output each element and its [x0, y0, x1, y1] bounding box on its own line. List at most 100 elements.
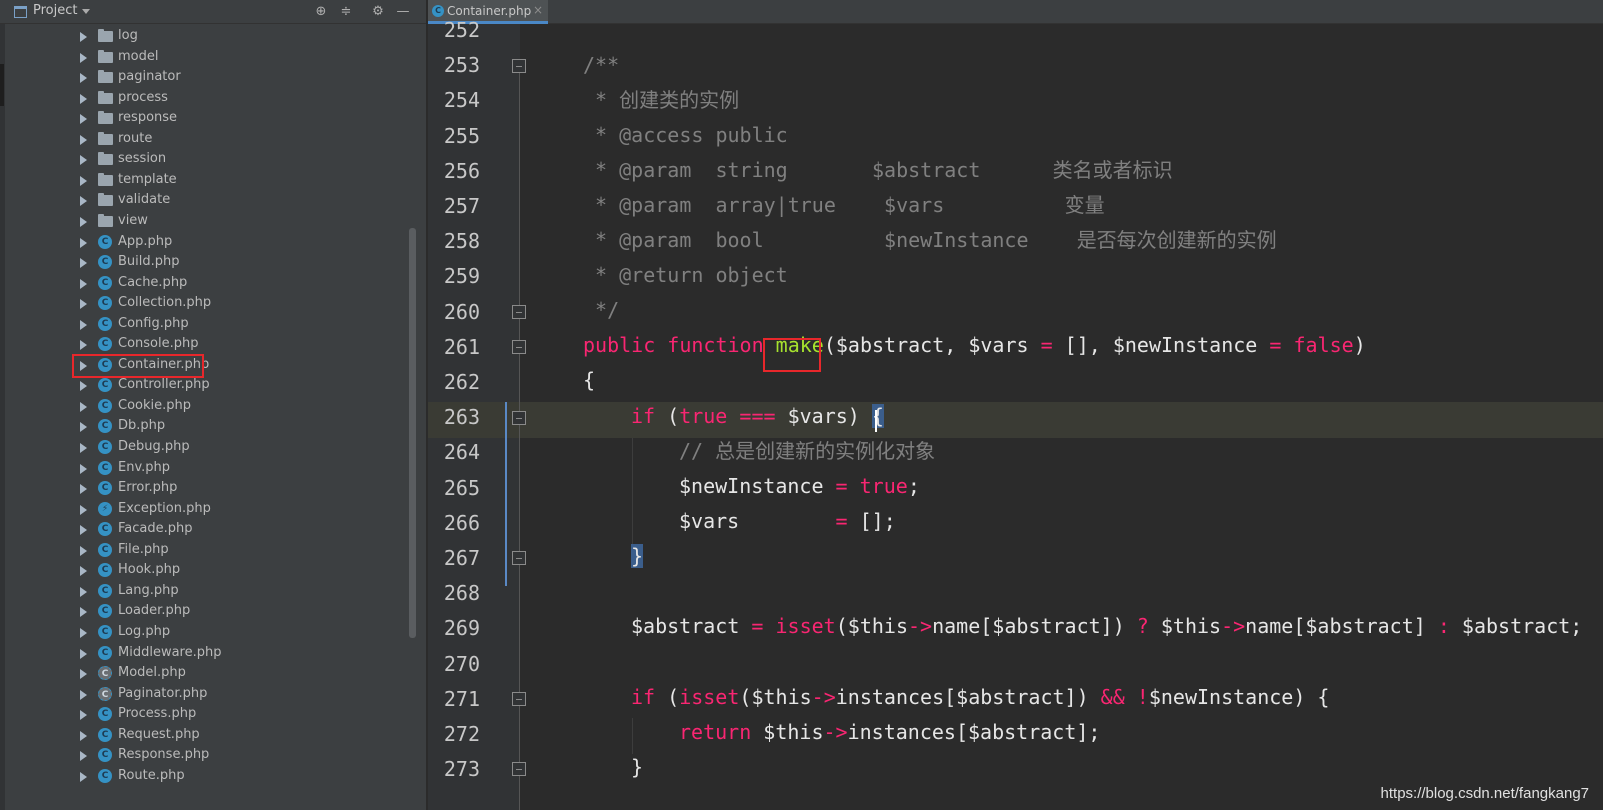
tree-file[interactable]: C Request.php	[5, 725, 417, 746]
tree-file[interactable]: C Controller.php	[5, 375, 417, 396]
expand-arrow-icon[interactable]	[80, 422, 87, 433]
tree-file[interactable]: ⚡ Exception.php	[5, 499, 417, 520]
tree-file[interactable]: C Collection.php	[5, 293, 417, 314]
expand-arrow-icon[interactable]	[80, 627, 87, 638]
tree-folder[interactable]: response	[5, 108, 417, 129]
tree-file[interactable]: C Lang.php	[5, 581, 417, 602]
expand-arrow-icon[interactable]	[80, 525, 87, 536]
expand-arrow-icon[interactable]	[80, 216, 87, 227]
tree-file-label: Route.php	[118, 767, 185, 783]
expand-arrow-icon[interactable]	[80, 751, 87, 762]
php-class-icon: C	[98, 604, 112, 619]
expand-arrow-icon[interactable]	[80, 175, 87, 186]
tree-file[interactable]: C Console.php	[5, 334, 417, 355]
expand-arrow-icon[interactable]	[80, 566, 87, 577]
code-line-265: $newInstance = true;	[679, 474, 920, 498]
expand-arrow-icon[interactable]	[80, 237, 87, 248]
tree-file[interactable]: C Error.php	[5, 478, 417, 499]
expand-arrow-icon[interactable]	[80, 484, 87, 495]
tree-file[interactable]: C App.php	[5, 232, 417, 253]
expand-arrow-icon[interactable]	[80, 669, 87, 680]
tree-folder-label: route	[118, 130, 153, 146]
code-line-262: {	[583, 368, 596, 392]
php-class-icon: C	[98, 398, 112, 413]
tree-file[interactable]: C Debug.php	[5, 437, 417, 458]
tree-file[interactable]: C Paginator.php	[5, 684, 417, 705]
expand-arrow-icon[interactable]	[80, 381, 87, 392]
tree-file[interactable]: C Facade.php	[5, 519, 417, 540]
tree-file[interactable]: C Process.php	[5, 704, 417, 725]
php-class-icon: C	[98, 522, 112, 537]
expand-arrow-icon[interactable]	[80, 73, 87, 84]
expand-arrow-icon[interactable]	[80, 586, 87, 597]
tree-file[interactable]: C Container.php	[5, 355, 417, 376]
folder-icon	[98, 152, 113, 166]
tree-file[interactable]: C Env.php	[5, 458, 417, 479]
project-view-title[interactable]: Project	[33, 3, 77, 18]
expand-arrow-icon[interactable]	[80, 278, 87, 289]
tree-folder[interactable]: validate	[5, 190, 417, 211]
expand-arrow-icon[interactable]	[80, 299, 87, 310]
tree-file[interactable]: C Build.php	[5, 252, 417, 273]
expand-arrow-icon[interactable]	[80, 771, 87, 782]
expand-arrow-icon[interactable]	[80, 340, 87, 351]
line-number: 270	[443, 651, 480, 676]
vcs-change-marker[interactable]	[505, 402, 507, 586]
expand-arrow-icon[interactable]	[80, 196, 87, 207]
collapse-all-icon[interactable]: ≑	[337, 3, 355, 21]
tree-file[interactable]: C Response.php	[5, 745, 417, 766]
close-icon[interactable]: ×	[533, 3, 543, 17]
expand-arrow-icon[interactable]	[80, 258, 87, 269]
tree-folder[interactable]: session	[5, 149, 417, 170]
gear-icon[interactable]: ⚙	[369, 3, 387, 21]
project-tree: log model paginator process response route ses…	[5, 24, 417, 810]
php-class-icon: C	[98, 419, 112, 434]
expand-arrow-icon[interactable]	[80, 504, 87, 515]
tree-file[interactable]: C Loader.php	[5, 601, 417, 622]
tree-file[interactable]: C Config.php	[5, 314, 417, 335]
expand-arrow-icon[interactable]	[80, 463, 87, 474]
expand-arrow-icon[interactable]	[80, 114, 87, 125]
tree-file[interactable]: C File.php	[5, 540, 417, 561]
tree-file[interactable]: C Route.php	[5, 766, 417, 787]
locate-icon[interactable]: ⊕	[312, 3, 330, 21]
tree-folder[interactable]: model	[5, 47, 417, 68]
expand-arrow-icon[interactable]	[80, 443, 87, 453]
tree-folder[interactable]: view	[5, 211, 417, 232]
code-line-260: */	[583, 298, 620, 322]
code-line-256: * @param string $abstract 类名或者标识	[583, 158, 1173, 182]
tree-folder[interactable]: process	[5, 88, 417, 109]
tree-file[interactable]: C Log.php	[5, 622, 417, 643]
tree-file[interactable]: C Middleware.php	[5, 643, 417, 664]
expand-arrow-icon[interactable]	[80, 155, 87, 166]
tree-file-label: Env.php	[118, 459, 171, 475]
tree-file[interactable]: C Cache.php	[5, 273, 417, 294]
expand-arrow-icon[interactable]	[80, 730, 87, 741]
tree-file[interactable]: C Db.php	[5, 416, 417, 437]
expand-arrow-icon[interactable]	[80, 607, 87, 618]
expand-arrow-icon[interactable]	[80, 689, 87, 700]
expand-arrow-icon[interactable]	[80, 401, 87, 412]
expand-arrow-icon[interactable]	[80, 52, 87, 63]
php-class-icon: C	[98, 378, 112, 393]
tree-folder[interactable]: template	[5, 170, 417, 191]
expand-arrow-icon[interactable]	[80, 648, 87, 659]
tree-folder[interactable]: log	[5, 26, 417, 47]
expand-arrow-icon[interactable]	[80, 134, 87, 145]
expand-arrow-icon[interactable]	[80, 32, 87, 42]
expand-arrow-icon[interactable]	[80, 545, 87, 556]
line-number: 271	[443, 686, 480, 711]
editor-tab-bar: C Container.php ×	[428, 0, 1603, 24]
tree-folder[interactable]: route	[5, 129, 417, 150]
tree-file[interactable]: C Model.php	[5, 663, 417, 684]
line-number: 258	[443, 229, 480, 254]
expand-arrow-icon[interactable]	[80, 710, 87, 721]
expand-arrow-icon[interactable]	[80, 319, 87, 330]
tree-file[interactable]: C Hook.php	[5, 560, 417, 581]
tree-folder[interactable]: paginator	[5, 67, 417, 88]
tree-file[interactable]: C Cookie.php	[5, 396, 417, 417]
tree-scrollbar[interactable]	[409, 228, 416, 638]
minimize-icon[interactable]: —	[394, 3, 412, 21]
expand-arrow-icon[interactable]	[80, 93, 87, 104]
chevron-down-icon[interactable]	[82, 9, 90, 14]
